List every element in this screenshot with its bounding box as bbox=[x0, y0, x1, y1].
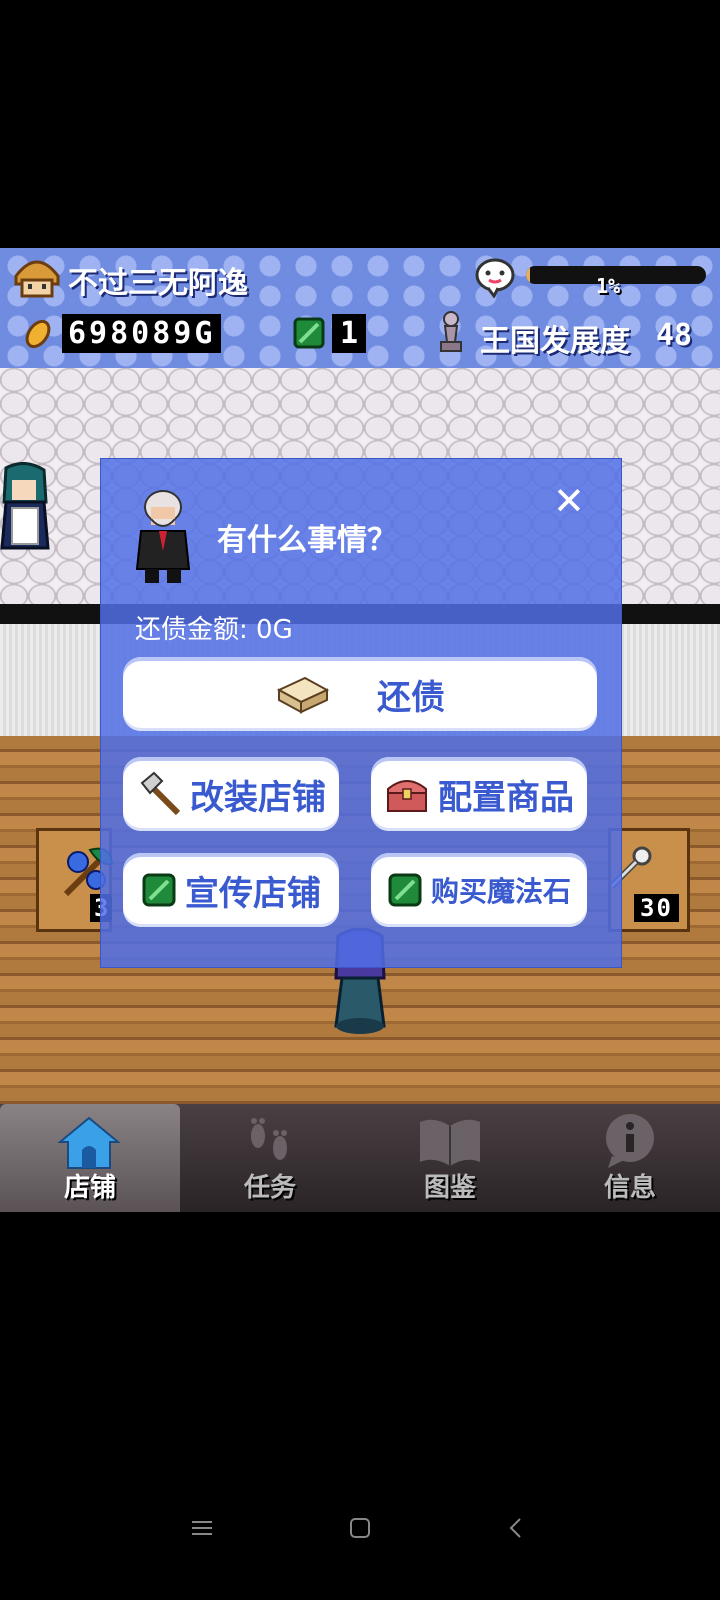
dialog-title: 有什么事情？ bbox=[217, 523, 397, 558]
back-icon[interactable] bbox=[506, 1516, 526, 1540]
tab-encyclopedia-label: 图鉴 bbox=[423, 1173, 476, 1203]
maid-character[interactable] bbox=[0, 462, 50, 554]
debt-amount-label: 还债金额: 0G bbox=[135, 615, 293, 645]
promote-shop-label: 宣传店铺 bbox=[185, 873, 321, 914]
mood-progress-label: 1% bbox=[596, 274, 621, 298]
bottom-tab-bar: 店铺 任务 图鉴 信息 bbox=[0, 1104, 720, 1212]
tab-quests-label: 任务 bbox=[243, 1173, 296, 1203]
magic-stone-icon bbox=[142, 873, 176, 907]
tab-quests[interactable]: 任务 bbox=[180, 1104, 360, 1212]
kingdom-development-label: 王国发展度 bbox=[480, 324, 630, 359]
home-icon[interactable] bbox=[348, 1516, 372, 1540]
player-name: 不过三无阿逸 bbox=[68, 266, 248, 301]
repay-debt-label: 还债 bbox=[377, 677, 445, 718]
buy-magic-stone-button[interactable]: 购买魔法石 bbox=[371, 853, 587, 927]
arrange-goods-label: 配置商品 bbox=[438, 777, 574, 818]
magic-stone-icon bbox=[293, 317, 325, 349]
system-navigation-bar bbox=[0, 1500, 720, 1600]
magic-stone-count: 1 bbox=[332, 314, 367, 353]
mood-progress-fill bbox=[526, 266, 530, 284]
tab-shop[interactable]: 店铺 bbox=[0, 1104, 180, 1212]
tab-encyclopedia[interactable]: 图鉴 bbox=[360, 1104, 540, 1212]
remodel-shop-button[interactable]: 改装店铺 bbox=[123, 757, 339, 831]
shop-action-dialog: 有什么事情？ ✕ 还债金额: 0G 还债 改装店铺 配置商品 宣传店铺 购买魔法… bbox=[100, 458, 622, 968]
tab-info[interactable]: 信息 bbox=[540, 1104, 720, 1212]
gold-coin-icon bbox=[25, 319, 51, 349]
hud: 不过三无阿逸 1% 698089G 1 王国发展度 48 bbox=[0, 248, 720, 368]
kingdom-development-value: 48 bbox=[656, 318, 693, 353]
repay-debt-button[interactable]: 还债 bbox=[123, 657, 597, 731]
remodel-shop-label: 改装店铺 bbox=[190, 777, 326, 818]
hammer-icon bbox=[140, 771, 181, 816]
house-icon bbox=[57, 1116, 121, 1169]
footprints-icon bbox=[251, 1118, 287, 1160]
chess-piece-icon bbox=[440, 311, 462, 352]
magic-stone-icon bbox=[388, 873, 422, 907]
tab-shop-label: 店铺 bbox=[63, 1173, 116, 1203]
tab-info-label: 信息 bbox=[603, 1173, 656, 1203]
game-screen[interactable]: 不过三无阿逸 1% 698089G 1 王国发展度 48 30 有什么事情？ ✕… bbox=[0, 248, 720, 1104]
mood-face-icon bbox=[475, 258, 515, 298]
treasure-chest-icon bbox=[387, 780, 427, 812]
info-icon bbox=[606, 1114, 654, 1168]
right-counter-stock: 30 bbox=[634, 894, 679, 922]
menu-icon[interactable] bbox=[190, 1518, 214, 1538]
promote-shop-button[interactable]: 宣传店铺 bbox=[123, 853, 339, 927]
gold-amount: 698089G bbox=[62, 314, 222, 353]
buy-magic-stone-label: 购买魔法石 bbox=[430, 875, 571, 908]
money-bundle-icon bbox=[276, 676, 330, 714]
book-icon bbox=[420, 1119, 480, 1166]
player-avatar-icon[interactable] bbox=[12, 254, 62, 298]
old-man-portrait bbox=[135, 490, 191, 583]
close-icon[interactable]: ✕ bbox=[553, 479, 585, 523]
arrange-goods-button[interactable]: 配置商品 bbox=[371, 757, 587, 831]
